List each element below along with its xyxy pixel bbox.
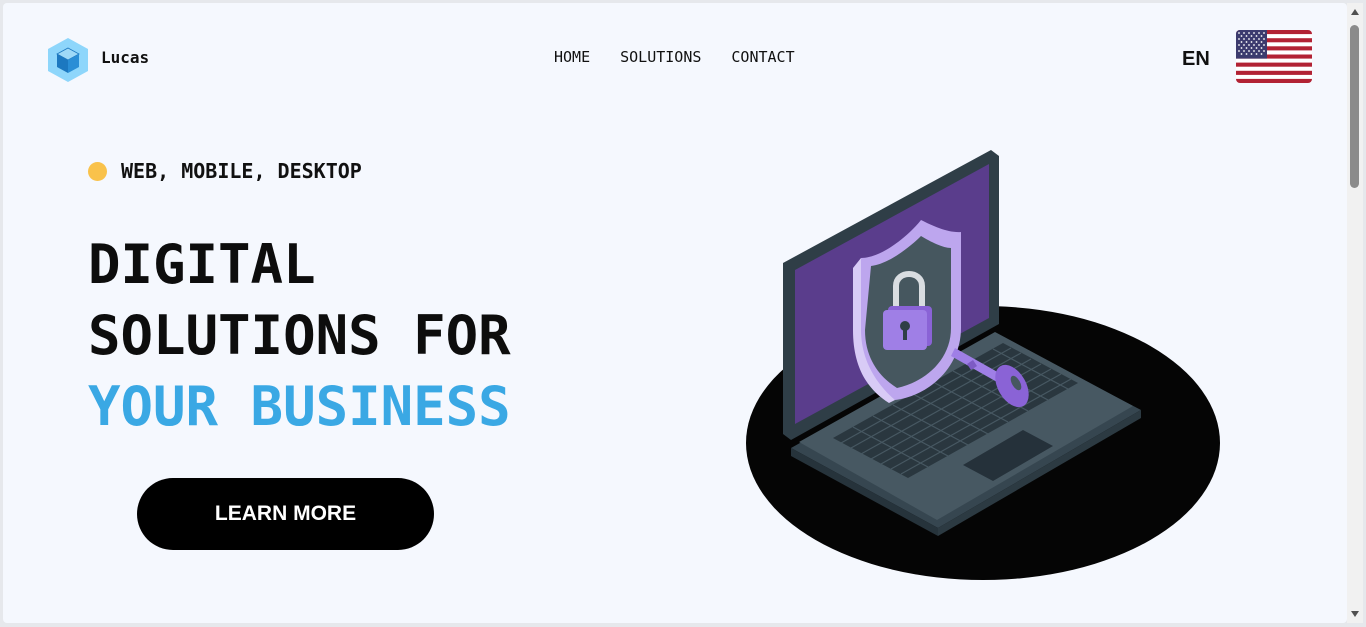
laptop-security-illustration (746, 150, 1220, 580)
headline-line-2: SOLUTIONS FOR (88, 304, 511, 367)
hero-headline: DIGITAL SOLUTIONS FOR YOUR BUSINESS (88, 229, 511, 442)
hero-tag-text: WEB, MOBILE, DESKTOP (121, 159, 362, 183)
page: Lucas HOME SOLUTIONS CONTACT EN WEB, MOB… (3, 3, 1347, 623)
nav-solutions[interactable]: SOLUTIONS (620, 48, 701, 66)
nav-home[interactable]: HOME (554, 48, 590, 66)
us-flag-icon[interactable] (1236, 30, 1312, 83)
headline-line-1: DIGITAL (88, 233, 316, 296)
scroll-down-arrow-icon[interactable] (1351, 611, 1359, 617)
learn-more-button[interactable]: LEARN MORE (137, 478, 434, 550)
scroll-up-arrow-icon[interactable] (1351, 9, 1359, 15)
hero-tag: WEB, MOBILE, DESKTOP (88, 159, 362, 183)
yellow-dot-icon (88, 161, 107, 181)
cube-logo-icon[interactable] (44, 36, 92, 84)
scrollbar-thumb[interactable] (1350, 25, 1359, 188)
brand-name[interactable]: Lucas (101, 48, 149, 67)
language-label[interactable]: EN (1182, 48, 1210, 71)
main-nav: HOME SOLUTIONS CONTACT (554, 48, 795, 66)
nav-contact[interactable]: CONTACT (731, 48, 794, 66)
headline-line-3: YOUR BUSINESS (88, 375, 511, 438)
page-scrollbar[interactable] (1347, 3, 1363, 623)
